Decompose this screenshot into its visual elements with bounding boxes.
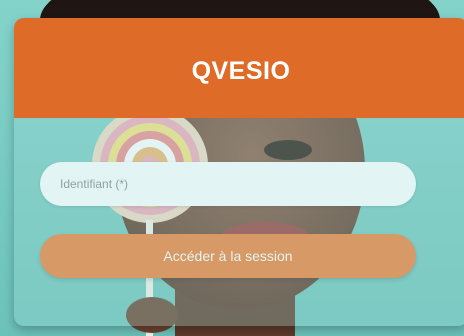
login-card-header: QVESIO (14, 18, 464, 118)
login-card: QVESIO (14, 18, 464, 326)
login-screen: QVESIO Accéder à la session (0, 0, 464, 336)
login-card-body (14, 118, 464, 326)
app-title: QVESIO (191, 56, 291, 85)
